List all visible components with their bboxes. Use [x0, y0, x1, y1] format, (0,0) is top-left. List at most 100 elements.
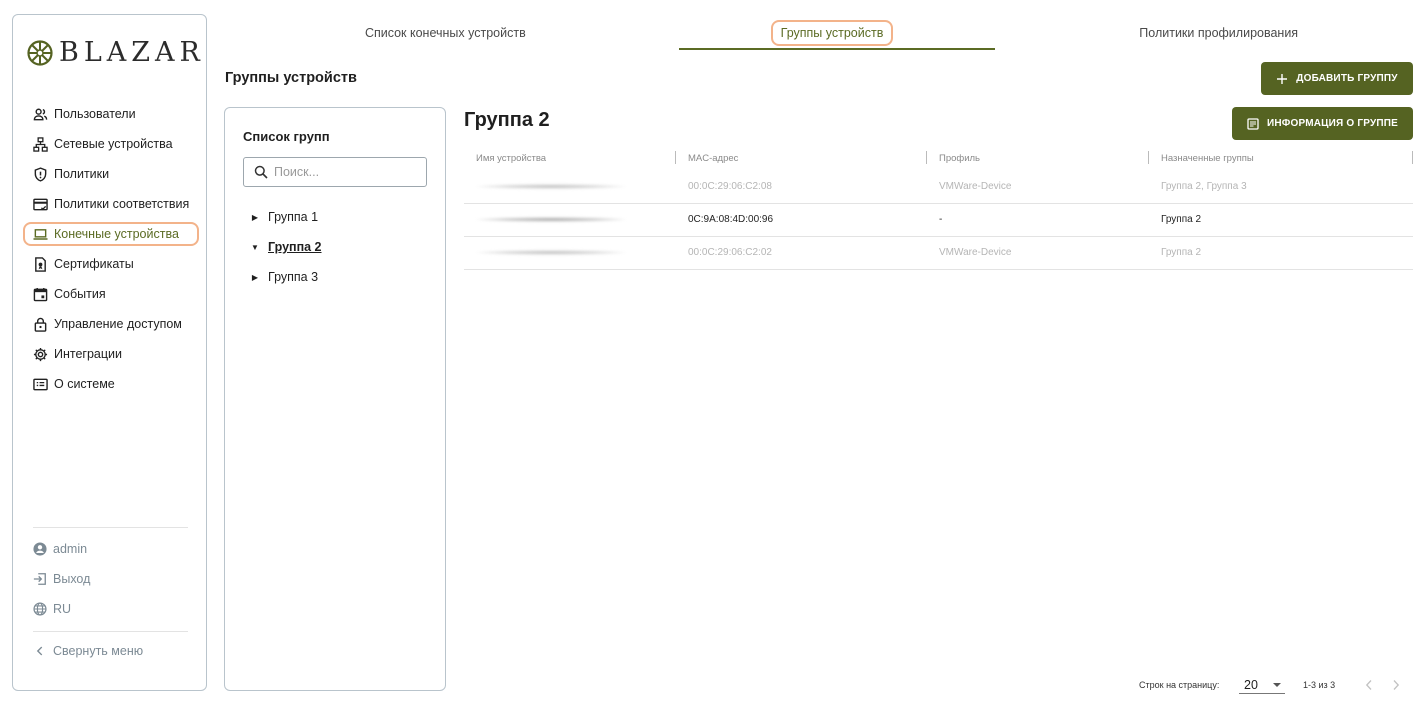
add-group-button[interactable]: ДОБАВИТЬ ГРУППУ	[1261, 62, 1413, 95]
mac-cell: 00:0C:29:06:C2:08	[676, 170, 927, 204]
compliance-icon	[33, 198, 48, 210]
certificate-icon	[35, 256, 46, 272]
tab-profiling-policies[interactable]: Политики профилирования	[1025, 16, 1412, 50]
previous-page-button[interactable]	[1362, 676, 1376, 694]
sidebar-item-label: Управление доступом	[54, 317, 182, 331]
sidebar-item-users[interactable]: Пользователи	[23, 99, 199, 129]
group-list-title: Список групп	[243, 129, 330, 144]
group-info-label: ИНФОРМАЦИЯ О ГРУППЕ	[1266, 118, 1399, 129]
group-tree-item[interactable]: ▶ Группа 3	[251, 262, 322, 292]
group-tree: ▶ Группа 1 ▼ Группа 2 ▶ Группа 3	[251, 202, 322, 292]
group-list-panel: Список групп ▶ Группа 1 ▼ Группа 2 ▶ Гру…	[224, 107, 446, 691]
column-label: Профиль	[939, 152, 981, 164]
profile-cell: VMWare-Device	[927, 236, 1149, 270]
page-title: Группы устройств	[225, 70, 357, 86]
logout-label: Выход	[53, 572, 91, 586]
sidebar-item-label: Политики соответствия	[54, 197, 190, 211]
pagination-range: 1-3 из 3	[1303, 680, 1336, 690]
sidebar-divider	[33, 631, 188, 632]
language-switcher[interactable]: RU	[33, 599, 71, 619]
calendar-icon	[33, 287, 48, 301]
sidebar-item-about[interactable]: О системе	[23, 369, 199, 399]
device-name-cell	[464, 203, 676, 237]
column-header-mac[interactable]: MAC-адрес	[676, 146, 927, 170]
shield-icon	[34, 166, 47, 182]
globe-icon	[33, 602, 47, 616]
mac-cell: 0C:9A:08:4D:00:96	[676, 203, 927, 237]
table-row[interactable]: 00:0C:29:06:C2:08 VMWare-Device Группа 2…	[464, 170, 1413, 204]
column-header-profile[interactable]: Профиль	[927, 146, 1149, 170]
sidebar-divider	[33, 527, 188, 528]
collapse-menu-label: Свернуть меню	[53, 644, 144, 658]
sidebar-item-label: Сетевые устройства	[54, 137, 173, 151]
chevron-left-icon	[1365, 680, 1372, 690]
tab-device-groups[interactable]: Группы устройств	[639, 16, 1026, 50]
sidebar-item-access-control[interactable]: Управление доступом	[23, 309, 199, 339]
device-name-cell	[464, 236, 676, 270]
blazar-logo-icon	[27, 39, 53, 66]
sidebar-item-integrations[interactable]: Интеграции	[23, 339, 199, 369]
search-icon	[254, 165, 268, 179]
sidebar-item-label: События	[54, 287, 106, 301]
column-label: Назначенные группы	[1161, 152, 1254, 164]
profile-cell: -	[927, 203, 1149, 237]
users-icon	[33, 108, 48, 120]
group-info-button[interactable]: ИНФОРМАЦИЯ О ГРУППЕ	[1232, 107, 1413, 140]
group-search[interactable]	[243, 157, 427, 187]
sidebar-item-events[interactable]: События	[23, 279, 199, 309]
sidebar-item-policies[interactable]: Политики	[23, 159, 199, 189]
sidebar-item-label: Пользователи	[54, 107, 136, 121]
chevron-left-icon	[36, 646, 43, 656]
logout-icon	[33, 573, 46, 585]
caret-down-icon[interactable]: ▼	[251, 243, 259, 252]
column-label: Имя устройства	[476, 152, 547, 164]
brand-name: BLAZAR	[59, 37, 205, 68]
next-page-button[interactable]	[1389, 676, 1403, 694]
sidebar-item-label: Сертификаты	[54, 257, 134, 271]
tab-label: Политики профилирования	[1139, 26, 1299, 40]
network-icon	[33, 136, 48, 152]
table-row[interactable]: 0C:9A:08:4D:00:96 - Группа 2	[464, 203, 1413, 237]
add-group-label: ДОБАВИТЬ ГРУППУ	[1296, 73, 1398, 84]
tab-label: Список конечных устройств	[364, 26, 526, 40]
groups-cell: Группа 2	[1149, 203, 1413, 237]
group-label: Группа 1	[268, 210, 319, 224]
tab-endpoint-list[interactable]: Список конечных устройств	[252, 16, 639, 50]
plus-icon	[1277, 73, 1288, 84]
rows-per-page-select[interactable]: 20	[1239, 676, 1285, 694]
group-label: Группа 2	[268, 240, 322, 254]
sidebar-item-certificates[interactable]: Сертификаты	[23, 249, 199, 279]
user-menu[interactable]: admin	[33, 539, 87, 559]
laptop-icon	[33, 228, 48, 240]
caret-right-icon[interactable]: ▶	[251, 213, 259, 222]
column-header-groups[interactable]: Назначенные группы	[1149, 146, 1413, 170]
table-row[interactable]: 00:0C:29:06:C2:02 VMWare-Device Группа 2	[464, 236, 1413, 270]
sidebar-item-label: О системе	[54, 377, 115, 391]
group-tree-item[interactable]: ▶ Группа 1	[251, 202, 322, 232]
tab-label: Группы устройств	[770, 20, 894, 46]
group-title: Группа 2	[464, 109, 550, 131]
sidebar-item-label: Интеграции	[54, 347, 123, 361]
sidebar-item-network-devices[interactable]: Сетевые устройства	[23, 129, 199, 159]
caret-right-icon[interactable]: ▶	[251, 273, 259, 282]
sidebar: BLAZAR Пользователи Сетевые устройства П…	[12, 14, 207, 691]
sidebar-item-endpoints[interactable]: Конечные устройства	[23, 222, 199, 246]
sidebar-item-compliance-policies[interactable]: Политики соответствия	[23, 189, 199, 219]
collapse-menu-button[interactable]: Свернуть меню	[33, 641, 143, 661]
tab-bar: Список конечных устройств Группы устройс…	[252, 16, 1412, 50]
group-search-input[interactable]	[274, 165, 414, 179]
column-separator[interactable]	[1412, 151, 1413, 164]
groups-cell: Группа 2, Группа 3	[1149, 170, 1413, 204]
info-icon	[33, 378, 48, 390]
gear-icon	[33, 347, 48, 361]
device-name-cell	[464, 170, 676, 204]
group-tree-item[interactable]: ▼ Группа 2	[251, 232, 322, 262]
column-header-device-name[interactable]: Имя устройства	[464, 146, 676, 170]
logout-button[interactable]: Выход	[33, 569, 90, 589]
sidebar-item-label: Политики	[54, 167, 110, 181]
group-label: Группа 3	[268, 270, 319, 284]
redacted-device-name	[476, 183, 626, 189]
brand-logo[interactable]: BLAZAR	[27, 37, 205, 68]
redacted-device-name	[476, 217, 626, 222]
groups-cell: Группа 2	[1149, 236, 1413, 270]
